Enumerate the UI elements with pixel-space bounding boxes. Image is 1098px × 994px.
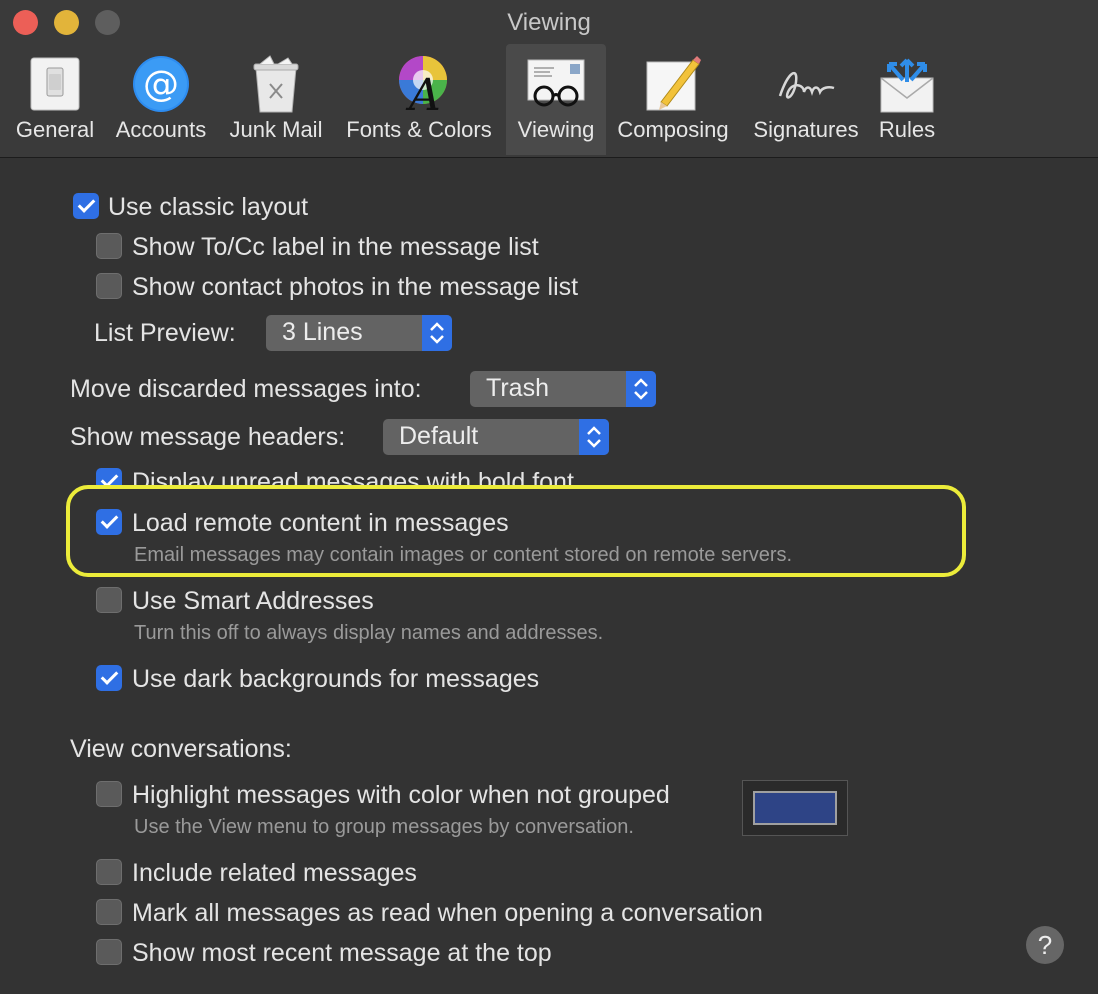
tab-signatures-label: Signatures: [753, 117, 859, 142]
tab-viewing-label: Viewing: [517, 117, 595, 142]
dark-backgrounds-checkbox[interactable]: [96, 665, 122, 691]
tab-fonts-colors-label: Fonts & Colors: [346, 117, 492, 142]
font-color-wheel-icon: A: [399, 56, 447, 116]
list-preview-value: 3 Lines: [282, 318, 363, 346]
move-discarded-label: Move discarded messages into:: [70, 375, 422, 403]
highlight-color-swatch: [753, 791, 837, 825]
show-photos-label: Show contact photos in the message list: [132, 273, 579, 301]
tab-fonts-colors[interactable]: A Fonts & Colors: [338, 44, 500, 155]
help-button[interactable]: ?: [1026, 926, 1064, 964]
show-photos-checkbox[interactable]: [96, 273, 122, 299]
move-discarded-popup[interactable]: Trash: [470, 371, 656, 407]
message-headers-label: Show message headers:: [70, 423, 346, 451]
highlight-color-well[interactable]: [742, 780, 848, 836]
mark-all-read-checkbox[interactable]: [96, 899, 122, 925]
general-switch-icon: [30, 57, 80, 111]
remote-content-label: Load remote content in messages: [132, 509, 509, 537]
at-sign-icon: @: [133, 56, 189, 112]
classic-layout-checkbox[interactable]: [73, 193, 99, 219]
highlight-color-description: Use the View menu to group messages by c…: [134, 816, 634, 838]
remote-content-checkbox[interactable]: [96, 509, 122, 535]
move-discarded-value: Trash: [486, 374, 549, 402]
tab-junk-mail-label: Junk Mail: [229, 117, 323, 142]
classic-layout-label: Use classic layout: [108, 193, 309, 221]
show-tocc-checkbox[interactable]: [96, 233, 122, 259]
tab-junk-mail[interactable]: Junk Mail: [222, 44, 330, 155]
svg-text:A: A: [405, 70, 441, 116]
window-title: Viewing: [507, 9, 591, 36]
envelope-arrows-icon: [880, 58, 934, 113]
mark-all-read-label: Mark all messages as read when opening a…: [132, 899, 763, 927]
smart-addresses-checkbox[interactable]: [96, 587, 122, 613]
dark-backgrounds-label: Use dark backgrounds for messages: [132, 665, 540, 693]
smart-addresses-description: Turn this off to always display names an…: [134, 622, 604, 644]
tab-rules-label: Rules: [878, 117, 936, 142]
glasses-letter-icon: [527, 59, 585, 107]
tab-signatures[interactable]: Signatures: [746, 44, 866, 155]
pencil-paper-icon: [646, 56, 701, 111]
view-conversations-heading: View conversations:: [70, 735, 292, 763]
tab-composing-label: Composing: [617, 117, 729, 142]
most-recent-top-checkbox[interactable]: [96, 939, 122, 965]
message-headers-popup[interactable]: Default: [383, 419, 609, 455]
message-headers-value: Default: [399, 422, 479, 450]
chevron-updown-icon: [626, 371, 656, 407]
preferences-window: Viewing General @ Accounts Junk Mail A F…: [0, 0, 1098, 994]
show-tocc-label: Show To/Cc label in the message list: [132, 233, 539, 261]
chevron-updown-icon: [422, 315, 452, 351]
highlight-color-checkbox[interactable]: [96, 781, 122, 807]
chevron-updown-icon: [579, 419, 609, 455]
tab-general[interactable]: General: [8, 44, 102, 155]
svg-text:@: @: [143, 64, 179, 105]
list-preview-label: List Preview:: [94, 319, 236, 347]
include-related-label: Include related messages: [132, 859, 417, 887]
include-related-checkbox[interactable]: [96, 859, 122, 885]
highlight-color-label: Highlight messages with color when not g…: [132, 781, 670, 809]
most-recent-top-label: Show most recent message at the top: [132, 939, 552, 967]
tab-general-label: General: [15, 117, 95, 142]
remote-content-description: Email messages may contain images or con…: [134, 544, 793, 566]
list-preview-popup[interactable]: 3 Lines: [266, 315, 452, 351]
toolbar: Viewing General @ Accounts Junk Mail A F…: [0, 0, 1098, 158]
tab-viewing[interactable]: Viewing: [506, 44, 606, 155]
signature-icon: [778, 71, 835, 99]
tab-accounts[interactable]: @ Accounts: [106, 44, 216, 155]
tab-accounts-label: Accounts: [115, 117, 207, 142]
tab-composing[interactable]: Composing: [612, 44, 734, 155]
trash-bin-icon: [253, 55, 299, 113]
smart-addresses-label: Use Smart Addresses: [132, 587, 374, 615]
tab-rules[interactable]: Rules: [870, 44, 944, 155]
